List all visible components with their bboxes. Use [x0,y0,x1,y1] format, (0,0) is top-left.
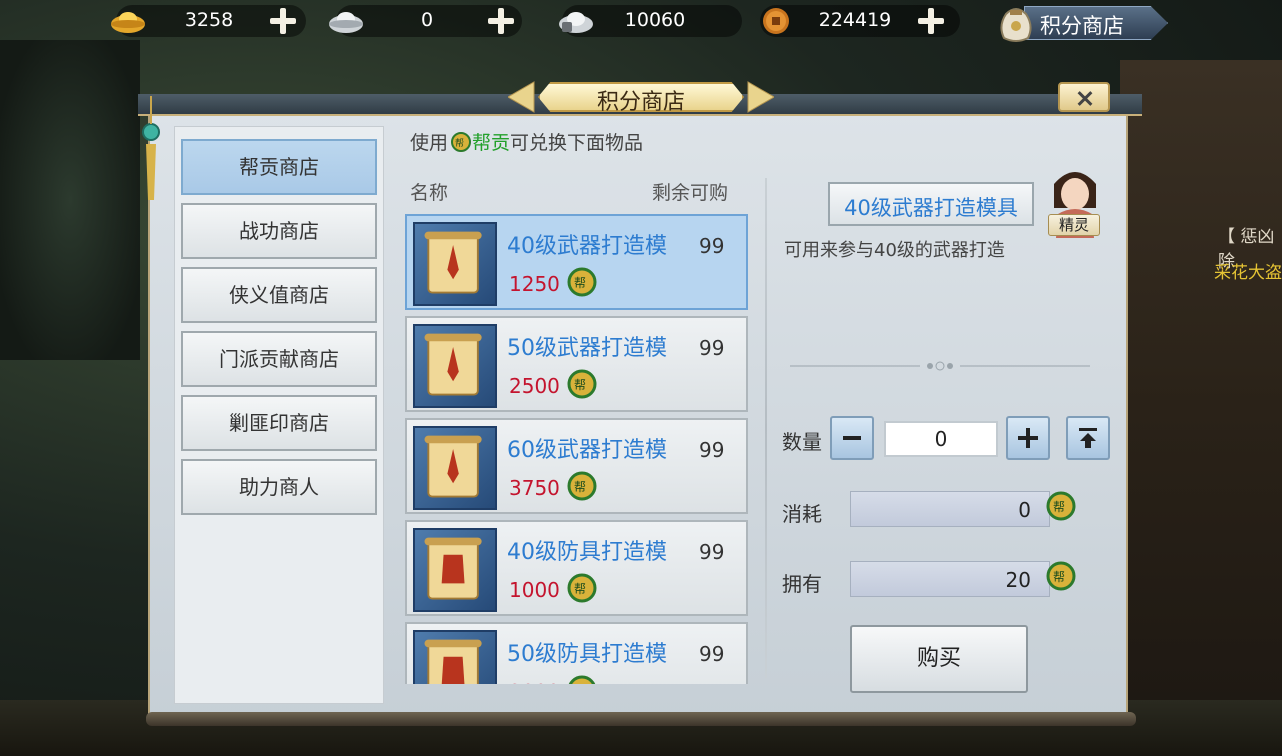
add-silver-button[interactable] [488,8,514,34]
detail-item-name: 40级武器打造模具 [844,196,1018,220]
divider-ornament-icon [790,361,1090,371]
armor-scroll-icon [413,528,497,612]
svg-text:帮: 帮 [574,582,586,596]
guild-token-icon: 帮 [567,573,597,603]
owned-bar: 20 [850,561,1050,597]
item-name: 50级武器打造模 [507,336,667,361]
category-tab-guild-contribution[interactable]: 帮贡商店 [181,139,377,195]
category-tab-sect-contribution[interactable]: 门派贡献商店 [181,331,377,387]
gold-ingot-icon [111,12,145,33]
item-price: 3750 [509,476,560,500]
list-item[interactable]: 50级防具打造模 99 2000 帮 [405,622,748,684]
list-item[interactable]: 50级武器打造模 99 2500 帮 [405,316,748,412]
armor-scroll-icon [413,630,497,684]
guild-token-icon: 帮 [567,369,597,399]
money-bag-icon [1000,8,1032,42]
column-header-name: 名称 [410,182,449,204]
guild-token-icon: 帮 [567,471,597,501]
list-item[interactable]: 40级防具打造模 99 1000 帮 [405,520,748,616]
list-item[interactable]: 40级武器打造模 99 1250 帮 [405,214,748,310]
buy-button[interactable]: 购买 [850,625,1028,693]
detail-title-box: 40级武器打造模具 [828,182,1034,226]
window-title: 积分商店 [596,90,685,115]
item-list[interactable]: 40级武器打造模 99 1250 帮 50级武器打造模 99 2500 帮 60… [405,212,750,684]
window-title-plate: 积分商店 [508,80,774,115]
svg-text:帮: 帮 [455,137,464,149]
add-gold-button[interactable] [270,8,296,34]
svg-text:帮: 帮 [574,480,586,494]
category-tab-bandit-seal[interactable]: 剿匪印商店 [181,395,377,451]
owned-value: 20 [1005,568,1031,592]
gold-value: 3258 [184,9,234,31]
list-item[interactable]: 60级武器打造模 99 3750 帮 [405,418,748,514]
copper-coin-icon [763,8,789,34]
window-bottom-frame [146,712,1136,726]
silver-value: 0 [420,9,434,31]
owned-label: 拥有 [782,572,822,596]
plus-icon [1026,428,1030,448]
cost-label: 消耗 [782,502,822,526]
exchange-hint: 使用帮帮贡可兑换下面物品 [410,132,644,154]
guild-token-icon: 帮 [567,267,597,297]
svg-text:帮: 帮 [574,378,586,392]
category-tab-chivalry[interactable]: 侠义值商店 [181,267,377,323]
quantity-input[interactable]: 0 [884,421,998,457]
weapon-scroll-icon [413,426,497,510]
guild-token-icon: 帮 [568,675,596,684]
item-name: 40级防具打造模 [507,540,667,565]
bound-silver-value: 10060 [624,9,686,31]
guild-currency-name: 帮贡 [472,132,511,154]
background-npc-name: 采花大盗 [1214,263,1282,283]
item-remaining: 99 [699,438,725,462]
item-price: 1250 [509,272,560,296]
spirit-label[interactable]: 精灵 [1048,214,1100,236]
weapon-scroll-icon [413,324,497,408]
column-header-remaining: 剩余可购 [652,182,729,204]
background-building [1120,60,1282,756]
decrease-quantity-button[interactable] [830,416,874,460]
svg-text:帮: 帮 [574,276,586,290]
copper-value: 224419 [818,9,892,31]
cost-value: 0 [1018,498,1031,522]
arrow-to-top-icon [1079,428,1097,448]
svg-text:帮: 帮 [1053,500,1065,514]
item-price: 2500 [509,374,560,398]
guild-token-icon: 帮 [1046,561,1076,591]
cost-bar: 0 [850,491,1050,527]
close-button[interactable] [1058,82,1110,112]
minus-icon [843,436,861,440]
quantity-label: 数量 [782,430,822,454]
points-shop-label: 积分商店 [1040,14,1124,38]
max-quantity-button[interactable] [1066,416,1110,460]
silver-ingot-icon [329,12,363,33]
weapon-scroll-icon [413,222,497,306]
bound-silver-icon [559,12,593,33]
svg-text:帮: 帮 [1053,570,1065,584]
category-list: 帮贡商店 战功商店 侠义值商店 门派贡献商店 剿匪印商店 助力商人 [174,126,384,704]
guild-token-icon: 帮 [451,132,472,152]
item-remaining: 99 [699,642,725,666]
points-shop-button[interactable]: 积分商店 [1000,0,1168,44]
item-remaining: 99 [699,540,725,564]
item-name: 60级武器打造模 [507,438,667,463]
detail-description: 可用来参与40级的武器打造 [784,240,1005,261]
item-remaining: 99 [699,234,725,258]
item-remaining: 99 [699,336,725,360]
add-copper-button[interactable] [918,8,944,34]
guild-token-icon: 帮 [1046,491,1076,521]
category-tab-war-merit[interactable]: 战功商店 [181,203,377,259]
item-price: 1000 [509,578,560,602]
category-tab-assist-merchant[interactable]: 助力商人 [181,459,377,515]
item-name: 40级武器打造模 [507,234,667,259]
item-name: 50级防具打造模 [507,642,667,667]
increase-quantity-button[interactable] [1006,416,1050,460]
item-price: 2000 [509,680,560,684]
panel-divider [765,178,767,678]
tassel-ornament-icon [142,96,160,200]
